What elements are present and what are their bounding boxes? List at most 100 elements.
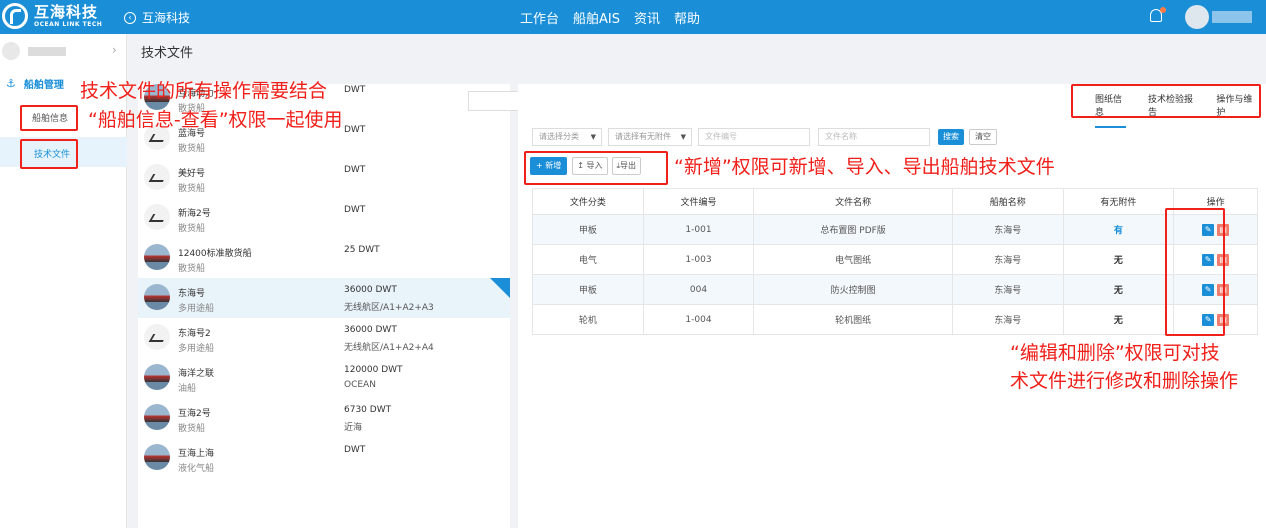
ship-type: 油船 [178, 384, 197, 394]
cell-category: 轮机 [532, 304, 644, 335]
files-table: 文件分类 文件编号 文件名称 船舶名称 有无附件 操作 甲板 1-001 总布置图 … [532, 188, 1258, 335]
annotation-add-note: “新增”权限可新增、导入、导出船舶技术文件 [674, 156, 1055, 178]
cell-ship-name: 东海号 [951, 244, 1064, 275]
caret-down-icon: ▼ [680, 133, 686, 141]
logo-icon [2, 3, 28, 29]
home-link[interactable]: ‹ 互海科技 [124, 9, 190, 26]
highlight-ship-info [20, 105, 78, 131]
col-attachment: 有无附件 [1062, 188, 1175, 215]
highlight-tech-files [20, 139, 78, 169]
table-header-row: 文件分类 文件编号 文件名称 船舶名称 有无附件 操作 [532, 188, 1258, 215]
attachment-select-placeholder: 请选择有无附件 [615, 132, 671, 141]
table-row: 轮机 1-004 轮机图纸 东海号无 ✎ ▤ [532, 304, 1258, 335]
ship-dwt: 36000 DWT [344, 285, 397, 295]
sidebar-user[interactable]: › [0, 42, 127, 62]
ship-list-item[interactable]: 互海2号散货船 6730 DWT 近海 [138, 398, 510, 438]
ship-zone: 无线航区/A1+A2+A3 [344, 303, 434, 313]
ship-type: 散货船 [178, 264, 206, 274]
logo[interactable]: 互海科技 OCEAN LINK TECH [2, 3, 102, 29]
ship-dwt: 25 DWT [344, 245, 380, 255]
ship-list-item[interactable]: 新海2号 散货船 DWT [138, 198, 510, 238]
ship-type: 散货船 [178, 184, 206, 194]
ship-zone: 无线航区/A1+A2+A4 [344, 343, 434, 353]
sidebar-group-ship-management[interactable]: ⚓ 船舶管理 [6, 76, 64, 91]
col-category: 文件分类 [532, 188, 644, 215]
cell-ship-name: 东海号 [951, 214, 1064, 245]
annotation-permission-note-1: 技术文件的所有操作需要结合 [80, 80, 328, 102]
clear-button[interactable]: 清空 [969, 129, 997, 145]
nav-news[interactable]: 资讯 [634, 8, 660, 27]
ship-name: 互海上海 [178, 449, 215, 459]
cell-file-name: 电气图纸 [753, 244, 953, 275]
table-row: 甲板 004 防火控制图 东海号无 ✎ ▤ [532, 274, 1258, 305]
ship-zone: 近海 [344, 423, 363, 433]
annotation-edit-note-1: “编辑和删除”权限可对技 [1010, 342, 1220, 364]
cell-file-no: 1-003 [642, 244, 755, 275]
file-no-input[interactable]: 文件编号 [698, 128, 810, 146]
category-select[interactable]: 请选择分类 ▼ [532, 128, 602, 146]
ship-name: 互海2号 [178, 409, 211, 419]
ship-name: 海洋之联 [178, 369, 215, 379]
ship-type: 散货船 [178, 144, 206, 154]
home-label: 互海科技 [142, 11, 191, 25]
ship-photo [144, 444, 170, 470]
ship-icon [144, 164, 170, 190]
ship-list-item[interactable]: 美好号 散货船 DWT [138, 158, 510, 198]
ship-list-item[interactable]: 12400标准散货船 散货船 25 DWT [138, 238, 510, 278]
ship-list-item[interactable]: 互海上海 液化气船 DWT [138, 438, 510, 478]
ship-dwt: DWT [344, 165, 366, 175]
search-button[interactable]: 搜索 [938, 129, 964, 145]
nav-workbench[interactable]: 工作台 [520, 8, 559, 27]
ship-dwt: DWT [344, 445, 366, 455]
ship-zone: OCEAN [344, 380, 376, 390]
cell-file-no: 004 [642, 274, 755, 305]
ship-dwt: 6730 DWT [344, 405, 392, 415]
ship-name: 东海号 [178, 289, 206, 299]
category-select-placeholder: 请选择分类 [539, 132, 579, 141]
user-name-redacted[interactable] [1212, 11, 1252, 23]
ship-type: 散货船 [178, 424, 206, 434]
table-row: 甲板 1-001 总布置图 PDF版 东海号有 ✎ ▤ [532, 214, 1258, 245]
cell-file-no: 1-001 [642, 214, 755, 245]
annotation-edit-note-2: 术文件进行修改和删除操作 [1010, 370, 1239, 392]
file-name-input[interactable]: 文件名称 [818, 128, 930, 146]
sidebar-group-label: 船舶管理 [23, 80, 64, 91]
cell-attachment: 无 [1062, 304, 1175, 335]
table-row: 电气 1-003 电气图纸 东海号无 ✎ ▤ [532, 244, 1258, 275]
logo-title: 互海科技 [34, 2, 99, 21]
annotation-permission-note-2: “船舶信息-查看”权限一起使用 [88, 109, 343, 131]
nav-ship-ais[interactable]: 船舶AIS [573, 8, 620, 27]
sidebar-avatar [2, 42, 20, 60]
ship-photo [144, 284, 170, 310]
ship-type: 多用途船 [178, 344, 215, 354]
ship-icon [144, 324, 170, 350]
col-ship-name: 船舶名称 [951, 188, 1064, 215]
ship-dwt: DWT [344, 205, 366, 215]
nav-help[interactable]: 帮助 [674, 8, 700, 27]
attachment-select[interactable]: 请选择有无附件 ▼ [608, 128, 692, 146]
ship-photo [144, 244, 170, 270]
user-avatar[interactable] [1185, 5, 1209, 29]
cell-ship-name: 东海号 [951, 304, 1064, 335]
ship-list-item[interactable]: 东海号 多用途船 36000 DWT 无线航区/A1+A2+A3 [138, 278, 510, 318]
filter-bar: 请选择分类 ▼ 请选择有无附件 ▼ 文件编号 文件名称 搜索 清空 [532, 128, 997, 146]
highlight-tabs [1071, 84, 1261, 118]
main-nav: 工作台 船舶AIS 资讯 帮助 [513, 8, 707, 27]
ship-list-item[interactable]: 海洋之联 油船 120000 DWT OCEAN [138, 358, 510, 398]
col-file-no: 文件编号 [642, 188, 755, 215]
ship-list-item[interactable]: 东海号2 多用途船 36000 DWT 无线航区/A1+A2+A4 [138, 318, 510, 358]
cell-ship-name: 东海号 [951, 274, 1064, 305]
chevron-right-icon[interactable]: › [112, 43, 117, 57]
cell-file-name: 总布置图 PDF版 [753, 214, 953, 245]
highlight-actions [524, 151, 668, 185]
cell-attachment: 无 [1062, 244, 1175, 275]
ship-dwt: 36000 DWT [344, 325, 397, 335]
cell-file-name: 防火控制图 [753, 274, 953, 305]
cell-file-no: 1-004 [642, 304, 755, 335]
sidebar-user-name-redacted [28, 47, 66, 56]
selected-corner-marker [490, 278, 510, 298]
logo-subtitle: OCEAN LINK TECH [34, 20, 103, 28]
cell-category: 电气 [532, 244, 644, 275]
cell-file-name: 轮机图纸 [753, 304, 953, 335]
ship-dwt: DWT [344, 85, 366, 95]
